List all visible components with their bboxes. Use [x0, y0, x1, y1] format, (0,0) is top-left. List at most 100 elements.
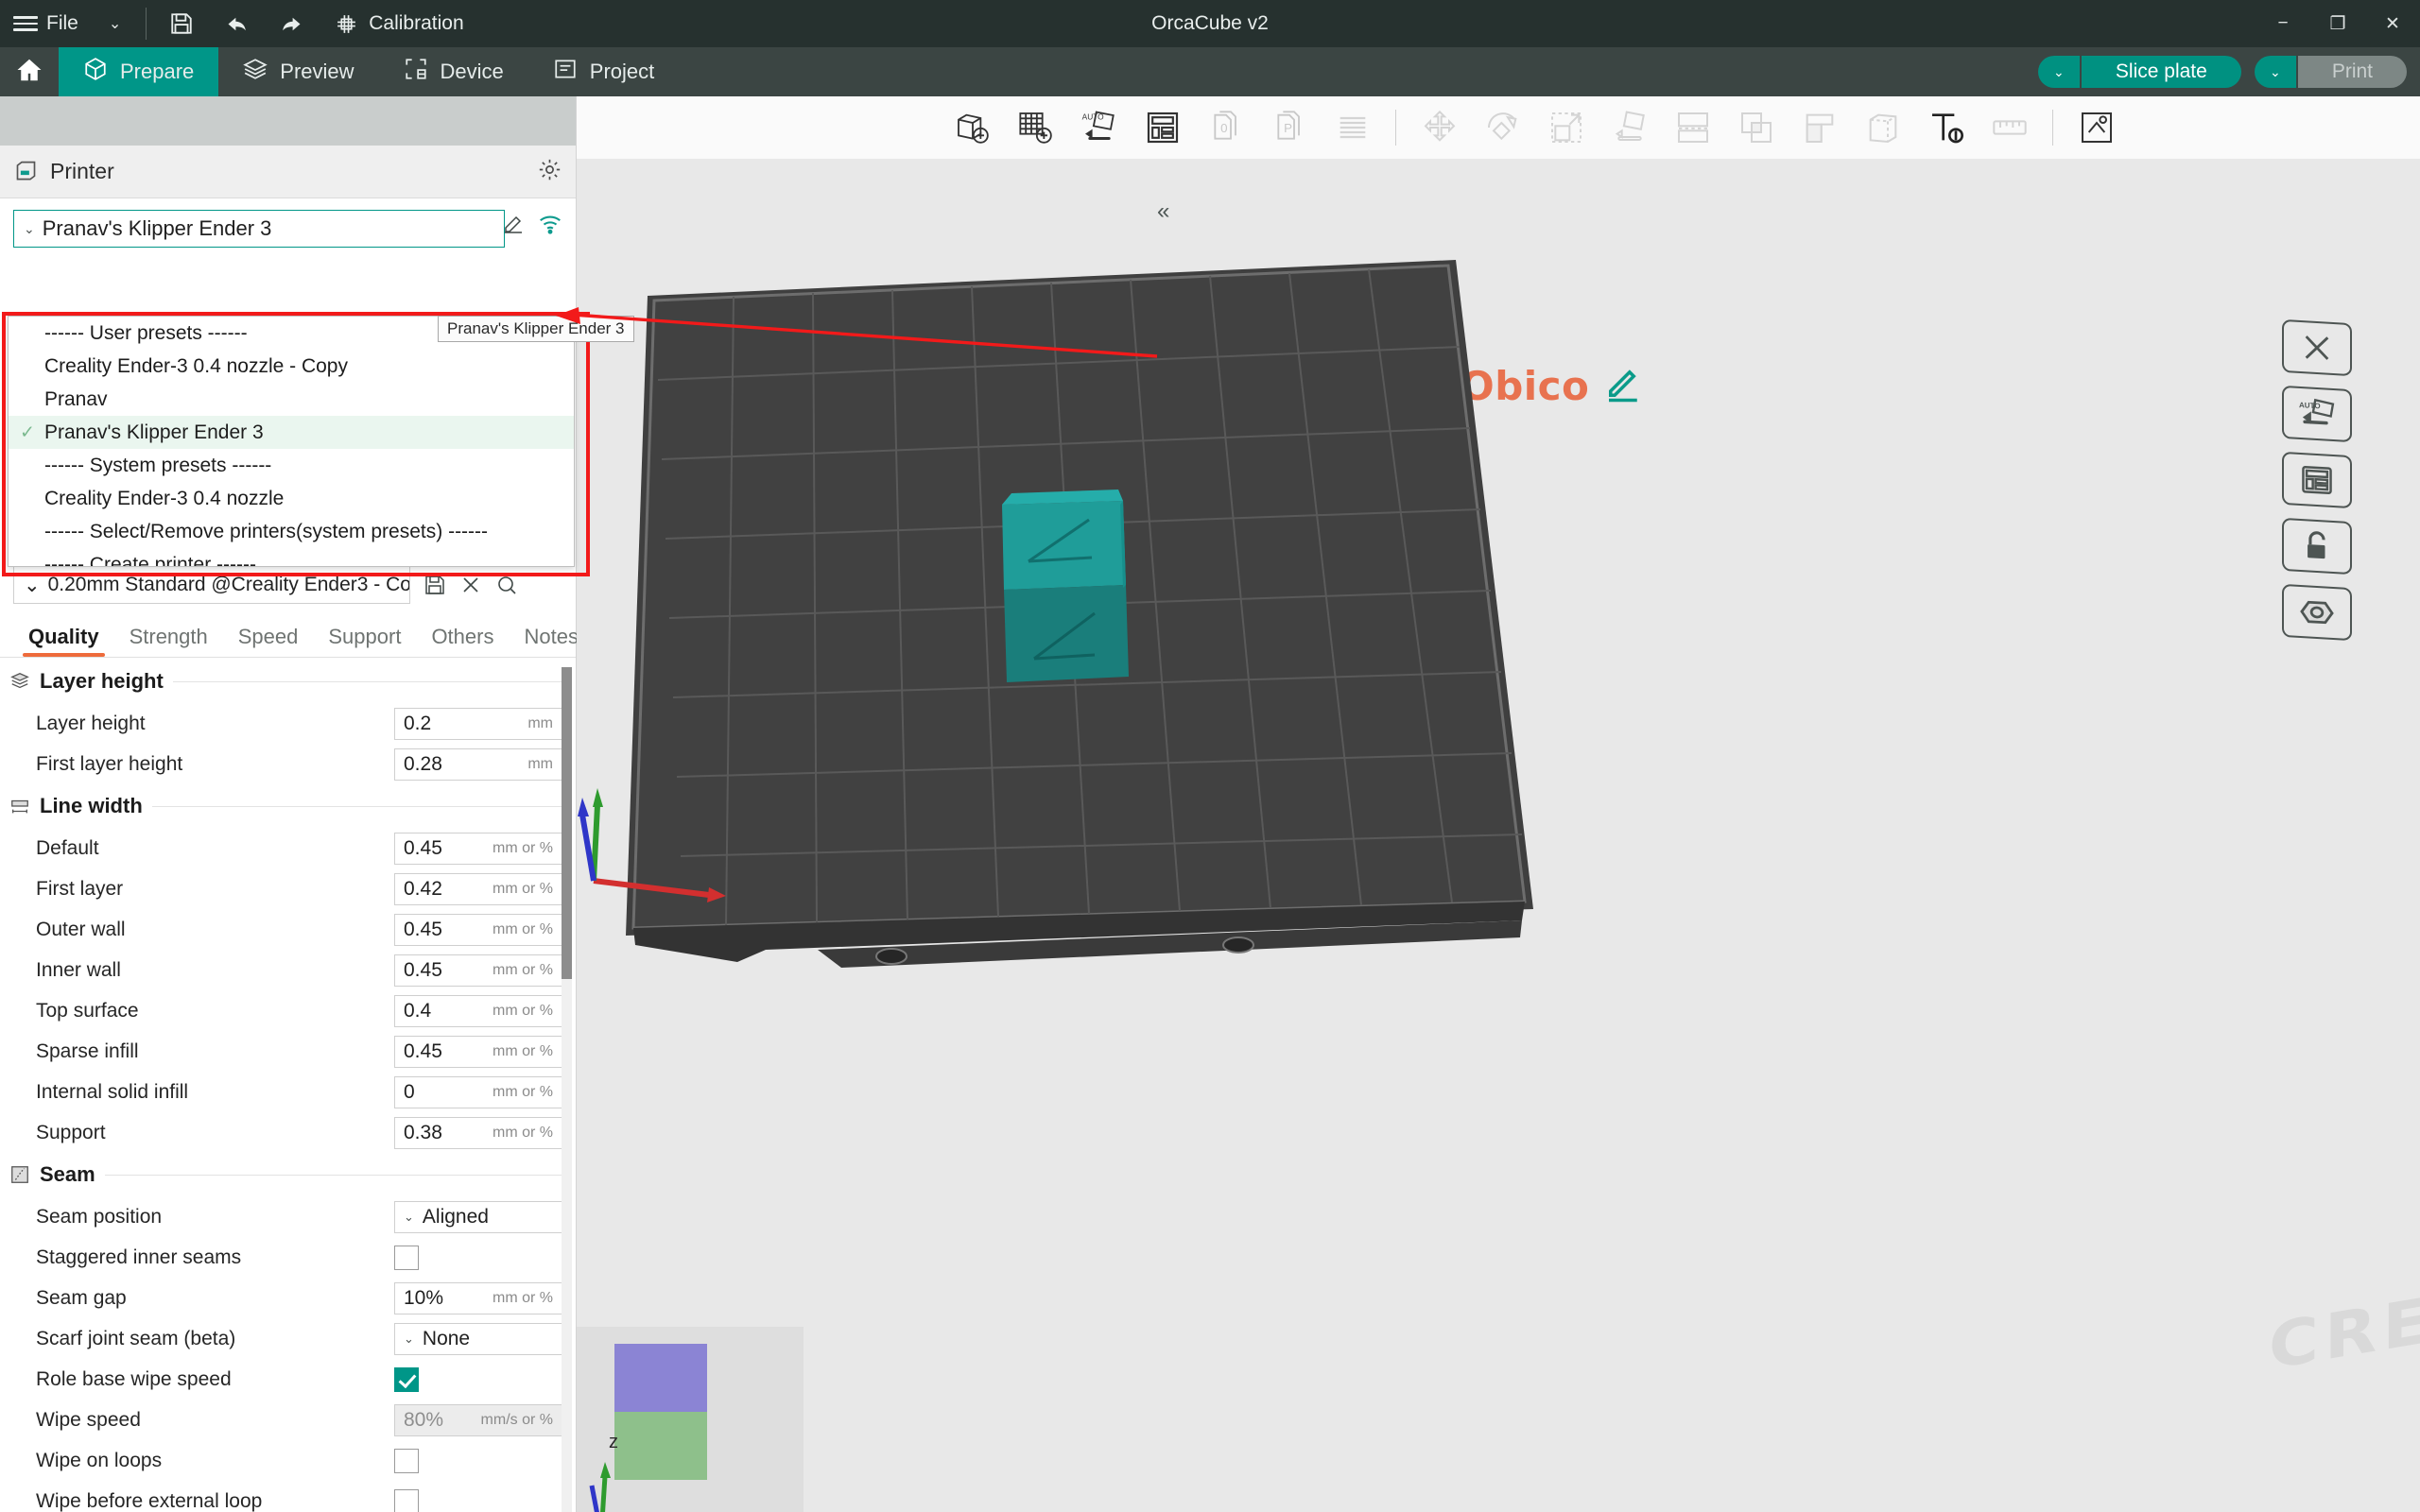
tab-prepare[interactable]: Prepare: [59, 47, 219, 96]
view-icon[interactable]: [2282, 583, 2352, 642]
calibration-icon: [332, 9, 360, 38]
setting-input[interactable]: 0.45 mm or %: [394, 913, 562, 946]
variable-layer-height-icon[interactable]: [1131, 96, 1194, 159]
svg-text:0: 0: [1220, 121, 1227, 135]
svg-text:z: z: [609, 1432, 618, 1452]
undo-button[interactable]: [209, 0, 264, 47]
setting-input[interactable]: 0.45 mm or %: [394, 832, 562, 865]
tab-preview[interactable]: Preview: [218, 47, 378, 96]
close-button[interactable]: ✕: [2365, 0, 2420, 47]
toolbar-divider: [2052, 110, 2053, 146]
setting-input[interactable]: 0.2 mm: [394, 707, 562, 740]
setting-row-scarf-joint-seam: Scarf joint seam (beta) ⌄ None: [0, 1318, 576, 1359]
measure-icon[interactable]: [1978, 96, 2041, 159]
dropdown-item-creality-copy[interactable]: Creality Ender-3 0.4 nozzle - Copy: [9, 350, 574, 383]
delete-icon[interactable]: [2282, 318, 2352, 377]
tab-speed[interactable]: Speed: [223, 625, 314, 657]
support-painting-icon[interactable]: [1788, 96, 1851, 159]
move-icon[interactable]: [1408, 96, 1471, 159]
setting-select[interactable]: ⌄ Aligned: [394, 1200, 562, 1233]
tab-strength[interactable]: Strength: [114, 625, 223, 657]
edit-icon[interactable]: [502, 213, 525, 240]
seam-painting-icon[interactable]: [1851, 96, 1914, 159]
search-icon[interactable]: [495, 574, 518, 596]
close-icon[interactable]: [459, 574, 482, 596]
save-button[interactable]: [154, 0, 209, 47]
save-preset-icon[interactable]: [424, 574, 446, 596]
process-preset-value: 0.20mm Standard @Creality Ender3 - Co...: [47, 574, 410, 595]
process-preset-select[interactable]: ⌄ 0.20mm Standard @Creality Ender3 - Co.…: [13, 566, 410, 604]
dropdown-item-create-printer[interactable]: ------ Create printer ------: [9, 548, 574, 567]
cube-icon: [83, 57, 108, 87]
auto-orient-icon[interactable]: AUTO: [2282, 385, 2352, 443]
tab-support[interactable]: Support: [313, 625, 416, 657]
wifi-icon[interactable]: [538, 212, 562, 241]
setting-input[interactable]: 0.42 mm or %: [394, 872, 562, 905]
setting-input[interactable]: 0.4 mm or %: [394, 994, 562, 1027]
add-plate-icon[interactable]: [1004, 96, 1067, 159]
print-dropdown-arrow-icon[interactable]: ⌄: [2254, 56, 2296, 88]
tab-device[interactable]: Device: [379, 47, 528, 96]
setting-checkbox[interactable]: [394, 1488, 419, 1512]
setting-checkbox[interactable]: [394, 1366, 419, 1392]
setting-input[interactable]: 0.45 mm or %: [394, 1035, 562, 1068]
setting-input[interactable]: 10% mm or %: [394, 1281, 562, 1314]
add-object-icon[interactable]: [941, 96, 1004, 159]
rotate-icon[interactable]: [1471, 96, 1534, 159]
scrollbar-thumb[interactable]: [562, 667, 572, 979]
file-menu-button[interactable]: File: [0, 0, 92, 47]
setting-value: None: [422, 1327, 471, 1349]
orientation-minimap[interactable]: z x: [577, 1327, 804, 1512]
maximize-button[interactable]: ❐: [2310, 0, 2365, 47]
collapse-panel-button[interactable]: «: [1157, 198, 1169, 225]
arrange-icon[interactable]: [2282, 451, 2352, 509]
setting-row-staggered-inner-seams: Staggered inner seams: [0, 1237, 576, 1278]
lock-icon[interactable]: [2282, 517, 2352, 576]
slice-plate-button[interactable]: Slice plate: [2081, 56, 2241, 88]
assembly-icon[interactable]: [2065, 96, 2128, 159]
gear-icon[interactable]: [537, 157, 562, 187]
setting-input[interactable]: 0.38 mm or %: [394, 1116, 562, 1149]
slice-plate-split-button[interactable]: ⌄ Slice plate: [2037, 56, 2241, 88]
dropdown-item-select-remove-printers[interactable]: ------ Select/Remove printers(system pre…: [9, 515, 574, 548]
setting-unit: mm or %: [493, 880, 553, 897]
object-0-icon[interactable]: 0: [1194, 96, 1257, 159]
setting-checkbox[interactable]: [394, 1448, 419, 1473]
setting-checkbox[interactable]: [394, 1245, 419, 1270]
auto-arrange-icon[interactable]: AUTO: [1067, 96, 1131, 159]
printer-select-value: Pranav's Klipper Ender 3: [42, 216, 272, 240]
object-p-icon[interactable]: P: [1257, 96, 1321, 159]
setting-select[interactable]: ⌄ None: [394, 1322, 562, 1355]
setting-input[interactable]: 80% mm/s or %: [394, 1403, 562, 1436]
tab-quality[interactable]: Quality: [13, 625, 114, 657]
scale-icon[interactable]: [1534, 96, 1598, 159]
setting-input[interactable]: 0 mm or %: [394, 1075, 562, 1108]
dropdown-item-creality-ender3[interactable]: Creality Ender-3 0.4 nozzle: [9, 482, 574, 515]
dropdown-item-pranav[interactable]: Pranav: [9, 383, 574, 416]
tab-others[interactable]: Others: [416, 625, 509, 657]
home-button[interactable]: [0, 47, 59, 96]
print-button[interactable]: Print: [2297, 56, 2407, 88]
lay-flat-icon[interactable]: [1598, 96, 1661, 159]
cut-icon[interactable]: [1661, 96, 1724, 159]
printer-dropdown-list[interactable]: ------ User presets ------ Creality Ende…: [8, 316, 575, 567]
minimize-button[interactable]: −: [2256, 0, 2310, 47]
mesh-boolean-icon[interactable]: [1724, 96, 1788, 159]
setting-input[interactable]: 0.45 mm or %: [394, 954, 562, 987]
setting-value: 0.45: [404, 1040, 442, 1062]
tab-project[interactable]: Project: [528, 47, 679, 96]
printer-select[interactable]: ⌄ Pranav's Klipper Ender 3: [13, 210, 505, 248]
redo-button[interactable]: [264, 0, 319, 47]
settings-scrollbar[interactable]: [562, 667, 572, 1512]
layers-list-icon[interactable]: [1321, 96, 1384, 159]
file-menu-chevron-icon[interactable]: ⌄: [92, 14, 138, 33]
printer-section-title: Printer: [50, 159, 114, 183]
setting-input[interactable]: 0.28 mm: [394, 747, 562, 781]
print-split-button[interactable]: ⌄ Print: [2254, 56, 2407, 88]
setting-row-default: Default 0.45 mm or %: [0, 828, 576, 868]
calibration-button[interactable]: Calibration: [319, 0, 476, 47]
text-tool-icon[interactable]: [1914, 96, 1978, 159]
dropdown-item-pranavs-klipper-ender-3[interactable]: ✓ Pranav's Klipper Ender 3: [9, 416, 574, 449]
slice-plate-dropdown-arrow-icon[interactable]: ⌄: [2037, 56, 2080, 88]
setting-value: 0.4: [404, 999, 432, 1022]
